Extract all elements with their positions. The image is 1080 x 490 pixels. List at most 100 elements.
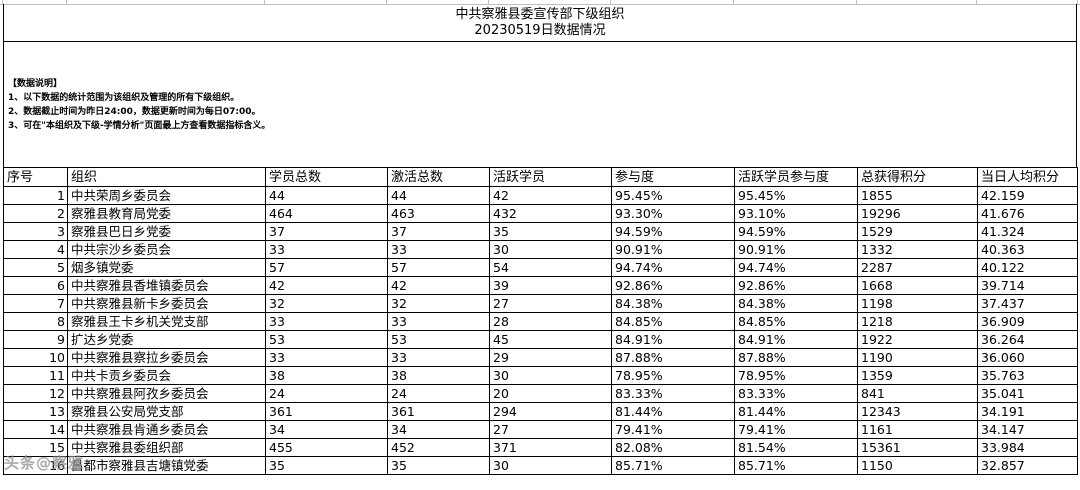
cell-index[interactable]: 12	[3, 384, 68, 403]
cell-participation[interactable]: 84.38%	[611, 294, 735, 313]
cell-members[interactable]: 37	[265, 222, 388, 241]
cell-participation[interactable]: 84.85%	[611, 312, 735, 331]
cell-active[interactable]: 45	[489, 330, 612, 349]
cell-active[interactable]: 27	[489, 420, 612, 439]
cell-activated[interactable]: 44	[387, 186, 490, 205]
cell-active-participation[interactable]: 94.74%	[734, 258, 858, 277]
cell-total-points[interactable]: 1359	[857, 366, 978, 385]
cell-avg-points[interactable]: 36.060	[977, 348, 1078, 367]
cell-index[interactable]: 1	[3, 186, 68, 205]
cell-active-participation[interactable]: 87.88%	[734, 348, 858, 367]
cell-org[interactable]: 中共宗沙乡委员会	[67, 240, 266, 259]
cell-active-participation[interactable]: 95.45%	[734, 186, 858, 205]
cell-activated[interactable]: 452	[387, 438, 490, 457]
cell-index[interactable]: 10	[3, 348, 68, 367]
cell-active-participation[interactable]: 93.10%	[734, 204, 858, 223]
cell-participation[interactable]: 92.86%	[611, 276, 735, 295]
cell-active[interactable]: 42	[489, 186, 612, 205]
cell-org[interactable]: 中共察雅县阿孜乡委员会	[67, 384, 266, 403]
cell-active-participation[interactable]: 79.41%	[734, 420, 858, 439]
cell-active[interactable]: 30	[489, 366, 612, 385]
cell-active[interactable]: 371	[489, 438, 612, 457]
cell-participation[interactable]: 82.08%	[611, 438, 735, 457]
cell-org[interactable]: 昌都市察雅县吉塘镇党委	[67, 456, 266, 475]
cell-total-points[interactable]: 1529	[857, 222, 978, 241]
cell-participation[interactable]: 87.88%	[611, 348, 735, 367]
cell-total-points[interactable]: 1668	[857, 276, 978, 295]
cell-participation[interactable]: 93.30%	[611, 204, 735, 223]
cell-total-points[interactable]: 15361	[857, 438, 978, 457]
cell-members[interactable]: 38	[265, 366, 388, 385]
cell-active[interactable]: 294	[489, 402, 612, 421]
cell-active-participation[interactable]: 84.38%	[734, 294, 858, 313]
cell-active[interactable]: 54	[489, 258, 612, 277]
cell-participation[interactable]: 95.45%	[611, 186, 735, 205]
cell-active[interactable]: 432	[489, 204, 612, 223]
col-header-total-points[interactable]: 总获得积分	[857, 167, 978, 187]
cell-members[interactable]: 361	[265, 402, 388, 421]
cell-activated[interactable]: 463	[387, 204, 490, 223]
cell-org[interactable]: 察雅县公安局党支部	[67, 402, 266, 421]
cell-participation[interactable]: 94.59%	[611, 222, 735, 241]
cell-active-participation[interactable]: 84.85%	[734, 312, 858, 331]
cell-active-participation[interactable]: 85.71%	[734, 456, 858, 475]
cell-avg-points[interactable]: 35.041	[977, 384, 1078, 403]
cell-active[interactable]: 39	[489, 276, 612, 295]
cell-members[interactable]: 24	[265, 384, 388, 403]
col-header-activated[interactable]: 激活总数	[387, 167, 490, 187]
cell-org[interactable]: 中共察雅县新卡乡委员会	[67, 294, 266, 313]
cell-activated[interactable]: 37	[387, 222, 490, 241]
cell-active-participation[interactable]: 94.59%	[734, 222, 858, 241]
cell-active-participation[interactable]: 81.54%	[734, 438, 858, 457]
cell-participation[interactable]: 90.91%	[611, 240, 735, 259]
cell-index[interactable]: 5	[3, 258, 68, 277]
cell-index[interactable]: 14	[3, 420, 68, 439]
cell-activated[interactable]: 57	[387, 258, 490, 277]
cell-org[interactable]: 中共察雅县香堆镇委员会	[67, 276, 266, 295]
col-header-active[interactable]: 活跃学员	[489, 167, 612, 187]
cell-avg-points[interactable]: 34.147	[977, 420, 1078, 439]
cell-avg-points[interactable]: 34.191	[977, 402, 1078, 421]
cell-index[interactable]: 4	[3, 240, 68, 259]
cell-members[interactable]: 35	[265, 456, 388, 475]
cell-total-points[interactable]: 1161	[857, 420, 978, 439]
cell-participation[interactable]: 85.71%	[611, 456, 735, 475]
cell-participation[interactable]: 79.41%	[611, 420, 735, 439]
col-header-active-participation[interactable]: 活跃学员参与度	[734, 167, 858, 187]
cell-activated[interactable]: 361	[387, 402, 490, 421]
cell-avg-points[interactable]: 41.676	[977, 204, 1078, 223]
cell-index[interactable]: 6	[3, 276, 68, 295]
cell-active-participation[interactable]: 92.86%	[734, 276, 858, 295]
cell-members[interactable]: 44	[265, 186, 388, 205]
cell-org[interactable]: 察雅县巴日乡党委	[67, 222, 266, 241]
cell-active[interactable]: 30	[489, 456, 612, 475]
cell-org[interactable]: 烟多镇党委	[67, 258, 266, 277]
cell-active-participation[interactable]: 78.95%	[734, 366, 858, 385]
cell-participation[interactable]: 81.44%	[611, 402, 735, 421]
cell-members[interactable]: 42	[265, 276, 388, 295]
cell-members[interactable]: 455	[265, 438, 388, 457]
cell-active[interactable]: 29	[489, 348, 612, 367]
cell-org[interactable]: 中共察雅县肯通乡委员会	[67, 420, 266, 439]
cell-active-participation[interactable]: 81.44%	[734, 402, 858, 421]
cell-total-points[interactable]: 841	[857, 384, 978, 403]
cell-org[interactable]: 中共察雅县察拉乡委员会	[67, 348, 266, 367]
cell-index[interactable]: 11	[3, 366, 68, 385]
cell-members[interactable]: 57	[265, 258, 388, 277]
cell-members[interactable]: 33	[265, 348, 388, 367]
cell-active-participation[interactable]: 83.33%	[734, 384, 858, 403]
cell-active-participation[interactable]: 84.91%	[734, 330, 858, 349]
cell-total-points[interactable]: 1190	[857, 348, 978, 367]
cell-total-points[interactable]: 1150	[857, 456, 978, 475]
cell-avg-points[interactable]: 37.437	[977, 294, 1078, 313]
cell-activated[interactable]: 34	[387, 420, 490, 439]
cell-index[interactable]: 9	[3, 330, 68, 349]
col-header-participation[interactable]: 参与度	[611, 167, 735, 187]
cell-org[interactable]: 中共卡贡乡委员会	[67, 366, 266, 385]
cell-members[interactable]: 464	[265, 204, 388, 223]
cell-active[interactable]: 28	[489, 312, 612, 331]
cell-participation[interactable]: 78.95%	[611, 366, 735, 385]
cell-members[interactable]: 53	[265, 330, 388, 349]
cell-total-points[interactable]: 1855	[857, 186, 978, 205]
cell-total-points[interactable]: 1218	[857, 312, 978, 331]
